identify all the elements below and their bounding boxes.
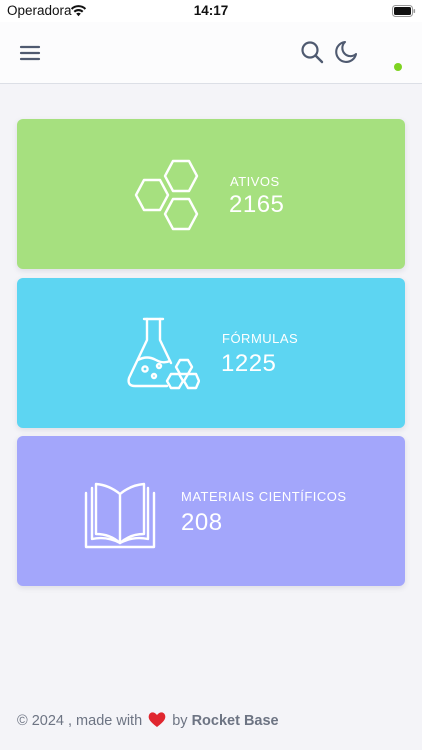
- card-value: 2165: [229, 191, 285, 218]
- hexagons-icon: [134, 159, 199, 231]
- card-formulas[interactable]: FÓRMULAS 1225: [17, 278, 405, 428]
- card-value: 1225: [221, 350, 277, 377]
- heart-shape: [148, 712, 166, 727]
- status-bar: Operadora 14:17: [0, 0, 422, 22]
- flask-icon: [127, 317, 200, 390]
- card-label: MATERIAIS CIENTÍFICOS: [181, 489, 347, 504]
- footer-by: by: [172, 713, 188, 729]
- card-label: ATIVOS: [230, 174, 280, 189]
- app-header: [0, 22, 422, 84]
- book-icon: [84, 482, 156, 549]
- moon-icon[interactable]: [333, 39, 359, 65]
- status-time: 14:17: [193, 3, 229, 18]
- heart-icon: [148, 712, 166, 727]
- menu-icon[interactable]: [18, 41, 42, 65]
- battery-icon: [392, 5, 416, 17]
- card-value: 208: [181, 509, 223, 536]
- footer-brand-link[interactable]: Rocket Base: [192, 713, 279, 729]
- card-label: FÓRMULAS: [222, 331, 299, 346]
- online-status-dot: [394, 63, 402, 71]
- search-icon[interactable]: [299, 39, 325, 65]
- card-materiais-cientificos[interactable]: MATERIAIS CIENTÍFICOS 208: [17, 436, 405, 586]
- footer: © 2024 , made with by Rocket Base: [17, 711, 279, 729]
- footer-text: © 2024 , made with: [17, 713, 143, 729]
- card-ativos[interactable]: ATIVOS 2165: [17, 119, 405, 269]
